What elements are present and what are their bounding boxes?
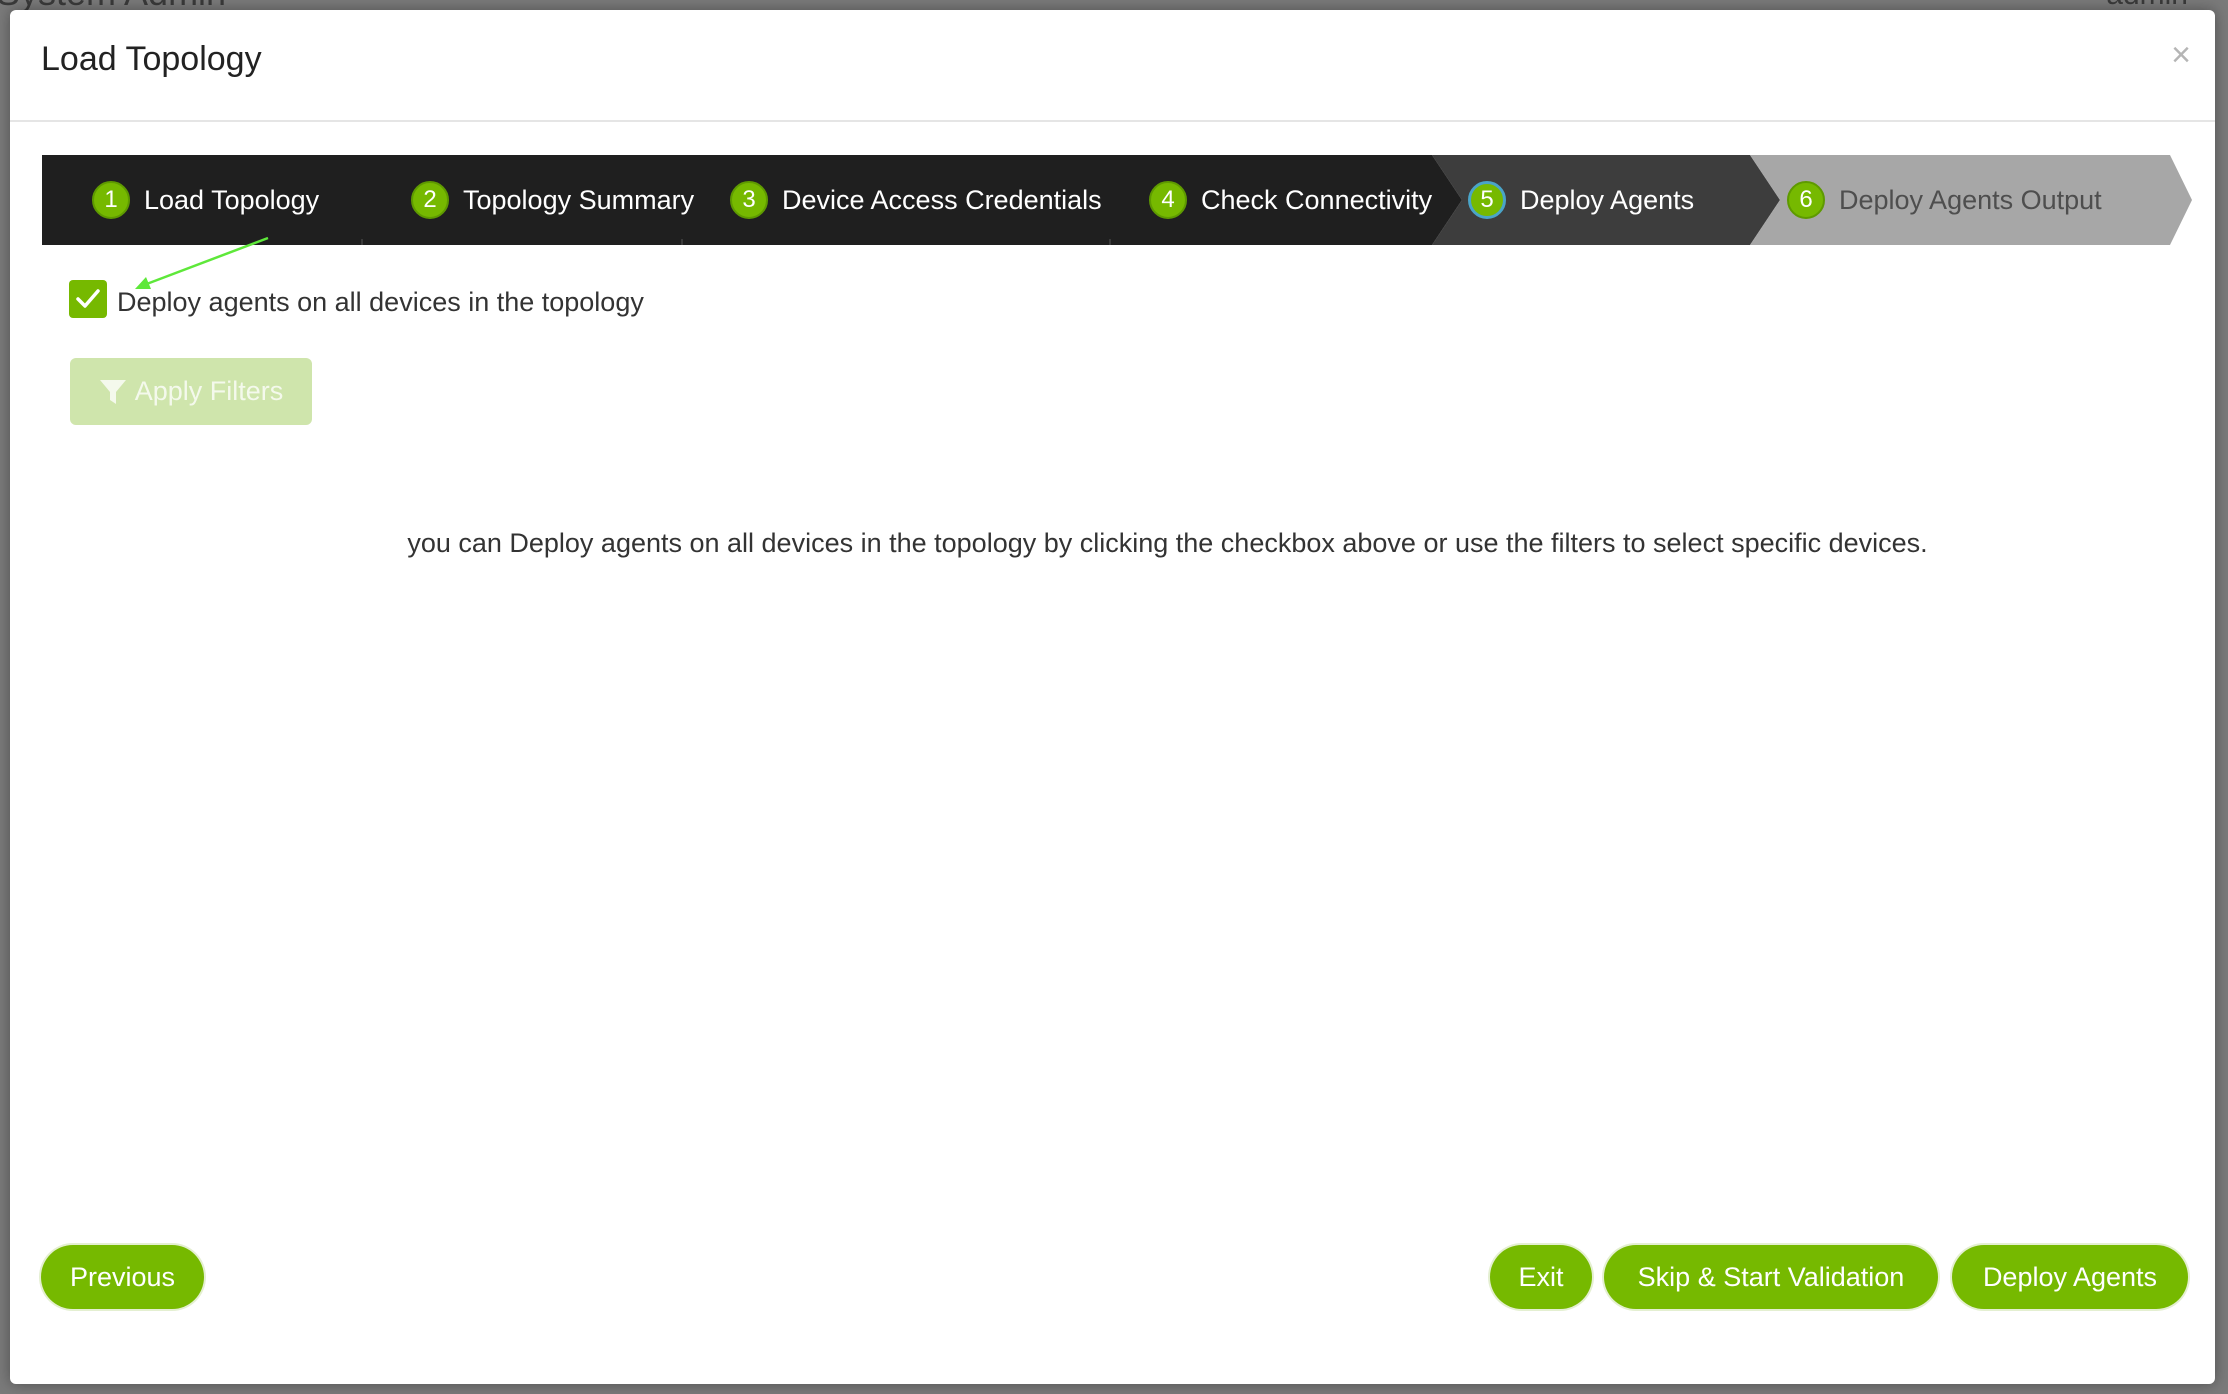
wizard-steps: 1 Load Topology 2 Topology Summary 3 Dev…: [42, 155, 2192, 245]
apply-filters-button[interactable]: Apply Filters: [70, 358, 312, 425]
deploy-all-devices-checkbox[interactable]: Deploy agents on all devices in the topo…: [69, 280, 644, 318]
wizard-step-load-topology[interactable]: 1 Load Topology: [92, 155, 319, 245]
checkmark-icon: [76, 289, 100, 308]
step-number: 2: [411, 181, 449, 219]
apply-filters-label: Apply Filters: [134, 376, 284, 406]
step-number: 1: [92, 181, 130, 219]
filter-icon: [99, 379, 126, 404]
deploy-all-label: Deploy agents on all devices in the topo…: [117, 286, 644, 317]
wizard-step-deploy-agents[interactable]: 5 Deploy Agents: [1468, 155, 1694, 245]
step-label: Deploy Agents Output: [1839, 184, 2102, 215]
step-label: Check Connectivity: [1201, 184, 1433, 215]
close-icon[interactable]: ×: [2171, 38, 2191, 72]
exit-button[interactable]: Exit: [1490, 1245, 1592, 1309]
step-number: 3: [730, 181, 768, 219]
wizard-step-device-access-credentials[interactable]: 3 Device Access Credentials: [730, 155, 1102, 245]
step-number: 6: [1787, 181, 1825, 219]
step-label: Deploy Agents: [1520, 184, 1695, 215]
modal-title: Load Topology: [41, 40, 262, 78]
modal-header: Load Topology ×: [10, 10, 2215, 122]
skip-and-start-validation-button[interactable]: Skip & Start Validation: [1604, 1245, 1938, 1309]
step-label: Topology Summary: [463, 184, 695, 215]
deploy-agents-button[interactable]: Deploy Agents: [1952, 1245, 2188, 1309]
hint-text: you can Deploy agents on all devices in …: [407, 528, 1928, 558]
previous-button[interactable]: Previous: [41, 1245, 204, 1309]
step-label: Device Access Credentials: [782, 184, 1102, 215]
load-topology-modal: Load Topology × 1 Load Topology 2 Topolo…: [10, 10, 2215, 1384]
wizard-step-deploy-agents-output: 6 Deploy Agents Output: [1787, 155, 2102, 245]
wizard-step-check-connectivity[interactable]: 4 Check Connectivity: [1149, 155, 1432, 245]
wizard-step-topology-summary[interactable]: 2 Topology Summary: [411, 155, 694, 245]
step-number: 5: [1468, 181, 1506, 219]
step-label: Load Topology: [144, 184, 320, 215]
step-number: 4: [1149, 181, 1187, 219]
checkbox[interactable]: [69, 280, 107, 318]
